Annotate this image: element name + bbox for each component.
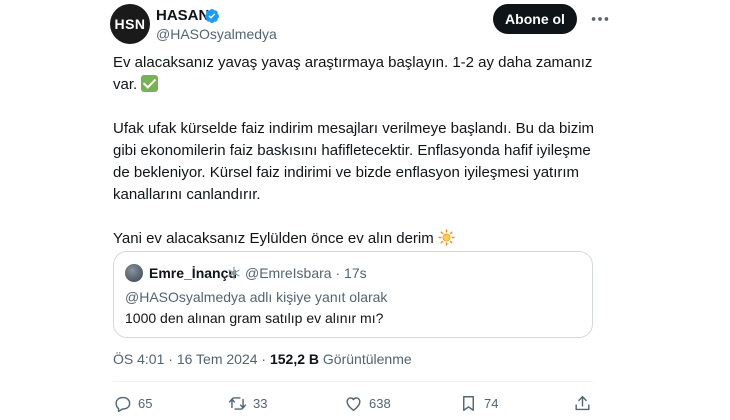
tweet-text: Ev alacaksanız yavaş yavaş araştırmaya b…: [113, 52, 603, 250]
action-bar: 65 33 638 74: [113, 392, 603, 414]
reply-count: 65: [138, 395, 153, 411]
author-avatar[interactable]: HSN: [110, 4, 150, 44]
quoted-time[interactable]: 17s: [344, 265, 367, 281]
follow-button[interactable]: Abone ol: [493, 4, 577, 34]
author-display-name[interactable]: HASAN: [156, 6, 209, 26]
heart-icon: [346, 396, 361, 411]
tweet-paragraph: Ufak ufak kürselde faiz indirim mesajlar…: [113, 118, 603, 206]
like-button[interactable]: 638: [344, 392, 391, 414]
tweet-paragraph: Ev alacaksanız yavaş yavaş araştırmaya b…: [113, 52, 603, 96]
repost-button[interactable]: 33: [228, 392, 267, 414]
reply-icon: [115, 396, 131, 412]
tweet-time[interactable]: ÖS 4:01: [113, 351, 164, 367]
views-count: 152,2 B: [269, 351, 320, 367]
avatar-logo-text: HSN: [114, 16, 146, 32]
quoted-handle[interactable]: @EmreIsbara: [245, 265, 332, 281]
bookmark-icon: [463, 395, 474, 411]
reply-context: @HASOsyalmedya adlı kişiye yanıt olarak: [125, 289, 388, 305]
tweet-meta: ÖS 4:01 · 16 Tem 2024 · 152,2 B Görüntül…: [113, 351, 412, 367]
check-mark-emoji-icon: [141, 75, 159, 92]
share-button[interactable]: [573, 392, 592, 414]
bookmark-button[interactable]: 74: [459, 392, 498, 414]
paragraph-text: Ufak ufak kürselde faiz indirim mesajlar…: [113, 120, 595, 203]
paragraph-text: Ev alacaksanız yavaş yavaş araştırmaya b…: [113, 54, 593, 93]
quoted-author-name[interactable]: Emre_İnançu: [149, 263, 237, 283]
repost-icon: [228, 396, 247, 410]
verified-badge-icon: [204, 9, 219, 23]
more-options-icon[interactable]: [589, 8, 611, 30]
paragraph-text: Yani ev alacaksanız Eylülden önce ev alı…: [113, 230, 434, 247]
quoted-author-avatar[interactable]: [125, 264, 143, 282]
views-label: Görüntülenme: [322, 351, 412, 367]
tweet-paragraph: Yani ev alacaksanız Eylülden önce ev alı…: [113, 228, 603, 250]
reply-button[interactable]: 65: [113, 392, 152, 414]
like-count: 638: [369, 395, 391, 411]
author-handle[interactable]: @HASOsyalmedya: [156, 24, 277, 44]
sun-emoji-icon: [438, 229, 455, 246]
tweet: HSN HASAN @HASOsyalmedya Abone ol Ev ala…: [0, 0, 730, 420]
share-icon: [575, 395, 590, 410]
snowflake-badge-icon: [228, 266, 240, 280]
quoted-tweet-text: 1000 den alınan gram satılıp ev alınır m…: [125, 310, 384, 326]
quoted-author-handle-time[interactable]: @EmreIsbara · 17s: [245, 263, 367, 283]
tweet-date[interactable]: 16 Tem 2024: [177, 351, 258, 367]
repost-count: 33: [253, 395, 268, 411]
bookmark-count: 74: [484, 395, 499, 411]
divider: [113, 381, 593, 382]
quoted-tweet[interactable]: Emre_İnançu @EmreIsbara · 17s @HASOsyalm…: [113, 251, 593, 338]
